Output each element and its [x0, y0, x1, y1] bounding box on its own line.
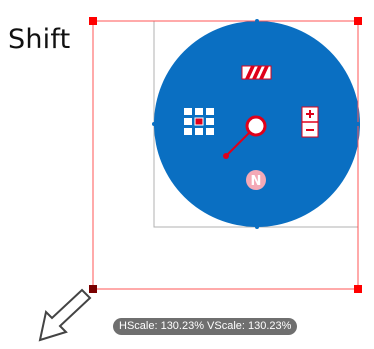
modifier-key-label: Shift [8, 24, 71, 55]
edge-marker-right[interactable] [356, 122, 360, 126]
scale-readout: HScale: 130.23% VScale: 130.23% [113, 318, 298, 335]
anchor-point[interactable] [223, 153, 229, 159]
handle-top-right[interactable] [354, 17, 362, 25]
handle-bottom-left[interactable] [89, 285, 97, 293]
striped-bar-icon[interactable] [241, 65, 272, 80]
zoom-stepper-icon[interactable] [301, 106, 319, 138]
edge-marker-bottom[interactable] [255, 225, 259, 229]
edge-marker-left[interactable] [152, 122, 156, 126]
grid-icon[interactable] [184, 108, 214, 135]
canvas[interactable]: N Shift HScale: 130.23% VScale: 130.23% [0, 0, 374, 349]
center-knob[interactable] [245, 115, 267, 137]
handle-bottom-right[interactable] [354, 285, 362, 293]
handle-top-left[interactable] [89, 17, 97, 25]
edge-marker-top[interactable] [255, 19, 259, 23]
drag-arrow-icon [38, 288, 92, 342]
north-badge-label: N [251, 174, 262, 189]
